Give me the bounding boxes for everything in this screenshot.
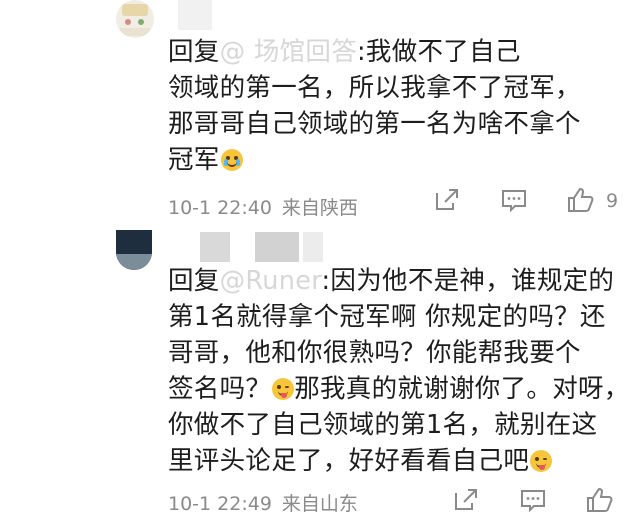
timestamp: 10-1 22:49 bbox=[168, 493, 272, 515]
comment-text: 回复@Runer:因为他不是神，谁规定的 第1名就得拿个冠军啊 你规定的吗？还 … bbox=[168, 263, 630, 479]
comment-meta: 10-1 22:40 来自陕西 bbox=[168, 193, 368, 220]
location: 来自山东 bbox=[281, 493, 358, 515]
comment-text-line: 那哥哥自己领域的第一名为啥不拿个 bbox=[168, 109, 581, 139]
mention-link[interactable]: @ 场馆回答 bbox=[220, 37, 357, 67]
thumbs-up-icon[interactable] bbox=[585, 486, 613, 514]
avatar[interactable] bbox=[116, 0, 154, 38]
timestamp: 10-1 22:40 bbox=[168, 197, 272, 219]
comment-text-line: 领域的第一名，所以我拿不了冠军， bbox=[168, 73, 581, 103]
comment-text-line: 那我真的就谢谢你了。对呀， bbox=[294, 374, 630, 404]
crying-face-emoji-icon bbox=[220, 149, 243, 171]
comment-meta: 10-1 22:49 来自山东 bbox=[168, 489, 368, 516]
comment-item: 回复@ 场馆回答:我做不了自己 领域的第一名，所以我拿不了冠军， 那哥哥自己领域… bbox=[0, 0, 640, 230]
comment-text-line: 第1名就得拿个冠军啊 你规定的吗？还 bbox=[168, 302, 606, 332]
winking-tongue-emoji-icon bbox=[530, 450, 553, 472]
username-redacted bbox=[255, 232, 299, 262]
comment-text-line: 你做不了自己领域的第1名，就别在这 bbox=[168, 410, 598, 440]
comment-text-line: :因为他不是神，谁规定的 bbox=[321, 266, 615, 296]
share-icon[interactable] bbox=[433, 186, 461, 214]
reply-prefix: 回复 bbox=[168, 37, 220, 67]
comment-item: 回复@Runer:因为他不是神，谁规定的 第1名就得拿个冠军啊 你规定的吗？还 … bbox=[0, 230, 640, 525]
winking-tongue-emoji-icon bbox=[272, 378, 295, 400]
comment-icon[interactable] bbox=[519, 486, 547, 514]
comment-text-line: 哥哥，他和你很熟吗？你能帮我要个 bbox=[168, 338, 581, 368]
avatar[interactable] bbox=[116, 230, 152, 270]
comment-text: 回复@ 场馆回答:我做不了自己 领域的第一名，所以我拿不了冠军， 那哥哥自己领域… bbox=[168, 34, 628, 178]
username-redacted bbox=[178, 0, 212, 30]
thumbs-up-icon[interactable] bbox=[566, 186, 594, 214]
username-redacted bbox=[303, 232, 323, 262]
comment-text-line: :我做不了自己 bbox=[357, 37, 521, 67]
like-count: 9 bbox=[606, 190, 619, 212]
username-redacted bbox=[200, 232, 230, 262]
reply-prefix: 回复 bbox=[168, 266, 220, 296]
share-icon[interactable] bbox=[452, 486, 480, 514]
location: 来自陕西 bbox=[281, 197, 358, 219]
comment-text-line: 签名吗？ bbox=[168, 374, 272, 404]
comment-text-line: 冠军 bbox=[168, 145, 220, 175]
mention-link[interactable]: @Runer bbox=[220, 266, 322, 296]
comment-text-line: 里评头论足了，好好看看自己吧 bbox=[168, 446, 530, 476]
comment-icon[interactable] bbox=[500, 186, 528, 214]
